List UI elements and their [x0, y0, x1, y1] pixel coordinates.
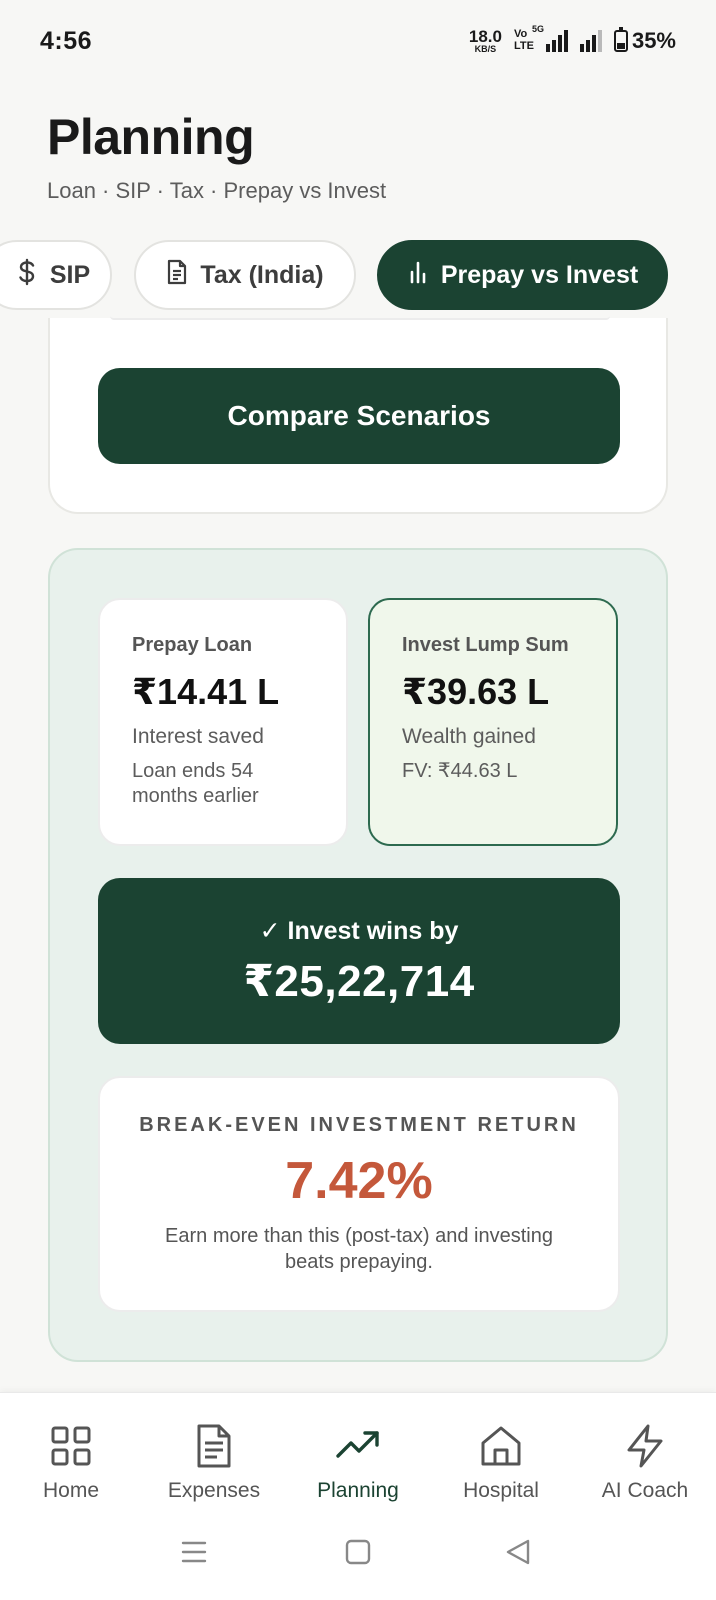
winner-label: ✓ Invest wins by	[259, 916, 459, 945]
nav-home-label: Home	[42, 1479, 100, 1502]
winner-amount: ₹25,22,714	[243, 956, 475, 1006]
prepay-label: Prepay Loan	[132, 634, 253, 656]
trending-up-icon	[336, 1431, 379, 1458]
input-field-edge	[110, 316, 610, 320]
nav-hospital-label: Hospital	[463, 1479, 539, 1502]
signal-icon	[579, 30, 602, 52]
volte-icon: Vo LTE	[514, 29, 534, 52]
network-speed: 18.0 KB/S	[469, 28, 502, 54]
receipt-icon	[197, 1424, 231, 1468]
prepay-loan-card: Prepay Loan ₹14.41 L Interest saved Loan…	[98, 598, 348, 846]
network-speed-value: 18.0	[468, 27, 502, 46]
winner-banner: ✓ Invest wins by ₹25,22,714	[98, 878, 620, 1044]
tab-prepay-vs-invest[interactable]: Prepay vs Invest	[377, 240, 668, 310]
invest-note: FV: ₹44.63 L	[402, 760, 518, 782]
nav-hospital[interactable]: Hospital	[431, 1423, 571, 1503]
invest-amount: ₹39.63 L	[402, 671, 550, 712]
nav-home[interactable]: Home	[1, 1423, 141, 1503]
battery-indicator: 35%	[613, 27, 676, 54]
lightning-icon	[627, 1424, 663, 1468]
battery-percent: 35%	[631, 28, 676, 53]
document-icon	[166, 259, 188, 292]
bar-chart-icon	[407, 260, 429, 291]
network-speed-unit: KB/S	[474, 44, 497, 54]
prepay-amount: ₹14.41 L	[132, 671, 280, 712]
nav-planning[interactable]: Planning	[288, 1423, 428, 1503]
tab-sip-label: SIP	[49, 260, 91, 289]
invest-lump-sum-card: Invest Lump Sum ₹39.63 L Wealth gained F…	[368, 598, 618, 846]
network-type-tag: 5G	[531, 24, 544, 34]
invest-description: Wealth gained	[402, 725, 536, 748]
system-navigation	[0, 1524, 716, 1584]
battery-icon	[613, 27, 628, 52]
status-time: 4:56	[40, 26, 93, 55]
status-icons: 18.0 KB/S Vo LTE 5G 35%	[469, 24, 676, 54]
page-title: Planning	[47, 109, 255, 165]
invest-label: Invest Lump Sum	[402, 634, 569, 656]
tab-tax-label: Tax (India)	[200, 260, 324, 289]
prepay-description: Interest saved	[132, 725, 264, 748]
scenario-input-card: Compare Scenarios	[48, 318, 668, 514]
tab-prepay-vs-invest-label: Prepay vs Invest	[440, 260, 639, 289]
planning-tabs: SIP Tax (India) Prepay vs Invest	[0, 240, 716, 312]
tab-sip[interactable]: SIP	[0, 240, 112, 310]
status-bar: 4:56 18.0 KB/S Vo LTE 5G 35%	[0, 0, 716, 82]
volte-bottom-text: LTE	[513, 40, 534, 52]
break-even-description: Earn more than this (post-tax) and inves…	[165, 1225, 553, 1273]
break-even-label: BREAK-EVEN INVESTMENT RETURN	[139, 1114, 579, 1136]
dollar-icon	[16, 258, 38, 293]
prepay-note: Loan ends 54 months earlier	[132, 760, 259, 807]
nav-expenses[interactable]: Expenses	[144, 1423, 284, 1503]
break-even-value: 7.42%	[285, 1152, 433, 1210]
back-triangle-icon[interactable]	[504, 1538, 532, 1566]
comparison-results: Prepay Loan ₹14.41 L Interest saved Loan…	[48, 548, 668, 1362]
menu-icon[interactable]	[180, 1538, 208, 1566]
compare-scenarios-button[interactable]: Compare Scenarios	[98, 368, 620, 464]
home-square-icon[interactable]	[344, 1538, 372, 1566]
nav-planning-label: Planning	[317, 1479, 399, 1502]
page-subtitle: Loan · SIP · Tax · Prepay vs Invest	[47, 178, 387, 203]
house-icon	[481, 1426, 521, 1466]
signal-5g-icon: 5G	[532, 24, 568, 52]
nav-ai-coach-label: AI Coach	[601, 1479, 689, 1502]
grid-icon	[51, 1426, 91, 1466]
nav-ai-coach[interactable]: AI Coach	[575, 1423, 715, 1503]
nav-expenses-label: Expenses	[167, 1479, 261, 1502]
break-even-card: BREAK-EVEN INVESTMENT RETURN 7.42% Earn …	[98, 1076, 620, 1312]
tab-tax[interactable]: Tax (India)	[134, 240, 356, 310]
